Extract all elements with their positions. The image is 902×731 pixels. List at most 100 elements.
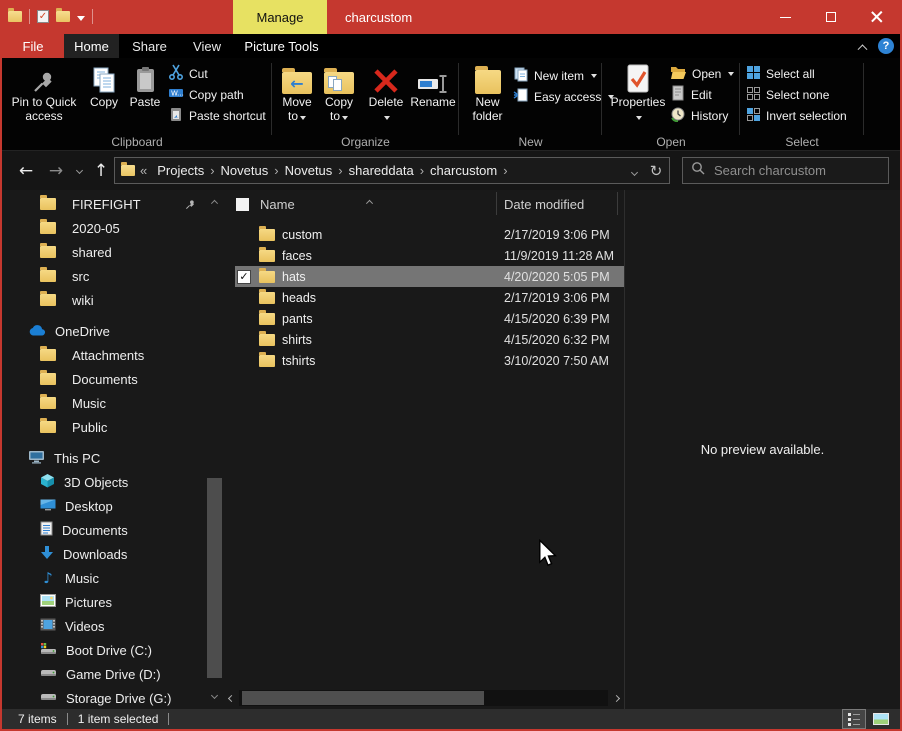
breadcrumb-overflow[interactable]: « (135, 163, 152, 178)
sidebar-item-desktop[interactable]: Desktop (2, 494, 206, 518)
move-to-button[interactable]: ← Move to (277, 61, 317, 123)
minimize-button[interactable] (762, 0, 808, 34)
sidebar-item-boot-drive[interactable]: Boot Drive (C:) (2, 638, 206, 662)
open-button[interactable]: Open (670, 63, 734, 84)
sidebar-item-onedrive-music[interactable]: Music (2, 391, 206, 415)
properties-button[interactable]: Properties (609, 61, 667, 123)
maximize-button[interactable] (808, 0, 854, 34)
folder-icon[interactable] (8, 11, 22, 22)
pin-to-quick-access-button[interactable]: Pin to Quick access (6, 61, 82, 123)
edit-button[interactable]: Edit (670, 84, 734, 105)
easy-access-button[interactable]: Easy access (513, 86, 614, 107)
delete-button[interactable]: Delete (364, 61, 408, 123)
horizontal-scrollbar[interactable] (223, 690, 624, 706)
file-row-tshirts[interactable]: tshirts3/10/2020 7:50 AM (235, 350, 624, 371)
scroll-up-icon[interactable] (206, 192, 223, 208)
row-checkbox-checked[interactable]: ✓ (237, 270, 251, 284)
sidebar-item-shared[interactable]: shared (2, 240, 206, 264)
details-view-button[interactable] (843, 710, 865, 728)
tab-file[interactable]: File (2, 34, 64, 58)
tab-picture-tools[interactable]: Picture Tools (234, 34, 329, 58)
sidebar-item-attachments[interactable]: Attachments (2, 343, 206, 367)
file-row-custom[interactable]: custom2/17/2019 3:06 PM (235, 224, 624, 245)
search-box[interactable] (682, 157, 889, 184)
sidebar-item-src[interactable]: src (2, 264, 206, 288)
forward-icon[interactable]: → (42, 151, 70, 190)
rename-button[interactable]: Rename (409, 61, 457, 110)
folder-icon (40, 270, 56, 282)
sidebar-item-documents[interactable]: Documents (2, 518, 206, 542)
up-icon[interactable]: ↑ (88, 151, 114, 190)
ribbon: Pin to Quick access Copy Paste Cut W... … (2, 58, 900, 151)
breadcrumb-item[interactable]: Projects (152, 163, 209, 178)
sidebar-item-onedrive[interactable]: OneDrive (2, 319, 206, 343)
file-row-hats[interactable]: ✓hats4/20/2020 5:05 PM (235, 266, 624, 287)
sidebar-item-public[interactable]: Public (2, 415, 206, 439)
file-row-faces[interactable]: faces11/9/2019 11:28 AM (235, 245, 624, 266)
breadcrumb-item[interactable]: Novetus (216, 163, 274, 178)
breadcrumb-item[interactable]: Novetus (280, 163, 338, 178)
select-none-button[interactable]: Select none (746, 84, 847, 105)
sidebar-item-storage-drive[interactable]: Storage Drive (G:) (2, 686, 206, 709)
sidebar-item-pictures[interactable]: Pictures (2, 590, 206, 614)
file-row-shirts[interactable]: shirts4/15/2020 6:32 PM (235, 329, 624, 350)
address-bar[interactable]: « Projects› Novetus› Novetus› shareddata… (114, 157, 644, 184)
sidebar-item-onedrive-documents[interactable]: Documents (2, 367, 206, 391)
invert-selection-button[interactable]: Invert selection (746, 105, 847, 126)
column-header-name[interactable]: Name (260, 197, 295, 212)
file-row-heads[interactable]: heads2/17/2019 3:06 PM (235, 287, 624, 308)
select-all-checkbox[interactable] (236, 198, 249, 211)
customize-qat-caret-icon[interactable] (77, 16, 85, 21)
scrollbar-thumb[interactable] (242, 691, 484, 705)
status-divider (67, 713, 68, 725)
close-button[interactable] (854, 0, 900, 34)
properties-check-icon[interactable]: ✓ (37, 10, 49, 23)
thumbnails-view-button[interactable] (870, 710, 892, 728)
cut-button[interactable]: Cut (168, 63, 266, 84)
scroll-right-icon[interactable] (608, 692, 624, 704)
refresh-icon[interactable]: ↻ (643, 157, 670, 184)
scrollbar-thumb[interactable] (207, 478, 222, 678)
back-icon[interactable]: ← (12, 151, 40, 190)
folder-icon (259, 229, 275, 241)
quick-access-toolbar: ✓ (8, 9, 93, 24)
sidebar-scrollbar[interactable] (206, 190, 223, 709)
copy-button[interactable]: Copy (84, 61, 124, 110)
tab-manage[interactable]: Manage (233, 0, 327, 34)
sidebar-item-2020-05[interactable]: 2020-05 (2, 216, 206, 240)
sidebar-item-videos[interactable]: Videos (2, 614, 206, 638)
new-item-button[interactable]: New item (513, 65, 614, 86)
scroll-down-icon[interactable] (206, 689, 223, 705)
sidebar-item-this-pc[interactable]: This PC (2, 446, 206, 470)
file-row-pants[interactable]: pants4/15/2020 6:39 PM (235, 308, 624, 329)
tab-share[interactable]: Share (119, 34, 180, 58)
tab-home[interactable]: Home (64, 34, 119, 58)
sidebar-item-game-drive[interactable]: Game Drive (D:) (2, 662, 206, 686)
scrollbar-track[interactable] (239, 690, 608, 706)
tab-view[interactable]: View (180, 34, 234, 58)
column-divider[interactable] (496, 192, 497, 215)
history-button[interactable]: History (670, 105, 734, 126)
sidebar-item-3d-objects[interactable]: 3D Objects (2, 470, 206, 494)
copy-to-button[interactable]: Copy to (319, 61, 359, 123)
select-all-button[interactable]: Select all (746, 63, 847, 84)
paste-button[interactable]: Paste (124, 61, 166, 110)
sidebar-item-firefight[interactable]: FIREFIGHT (2, 192, 206, 216)
breadcrumb-item[interactable]: charcustom (425, 163, 502, 178)
column-header-date-modified[interactable]: Date modified (504, 197, 584, 212)
paste-shortcut-button[interactable]: Paste shortcut (168, 105, 266, 126)
breadcrumb-item[interactable]: shareddata (344, 163, 419, 178)
scroll-left-icon[interactable] (223, 692, 239, 704)
sidebar-item-wiki[interactable]: wiki (2, 288, 206, 312)
recent-locations-icon[interactable] (70, 151, 88, 190)
column-divider[interactable] (617, 192, 618, 215)
sidebar-item-music[interactable]: ♪ Music (2, 566, 206, 590)
copy-path-button[interactable]: W... Copy path (168, 84, 266, 105)
new-folder-button[interactable]: New folder (465, 61, 510, 123)
folder-icon[interactable] (56, 11, 70, 22)
address-dropdown-icon[interactable] (632, 163, 637, 178)
minimize-ribbon-icon[interactable] (858, 44, 868, 54)
search-input[interactable] (714, 163, 864, 178)
sidebar-item-downloads[interactable]: Downloads (2, 542, 206, 566)
help-icon[interactable]: ? (878, 38, 894, 54)
